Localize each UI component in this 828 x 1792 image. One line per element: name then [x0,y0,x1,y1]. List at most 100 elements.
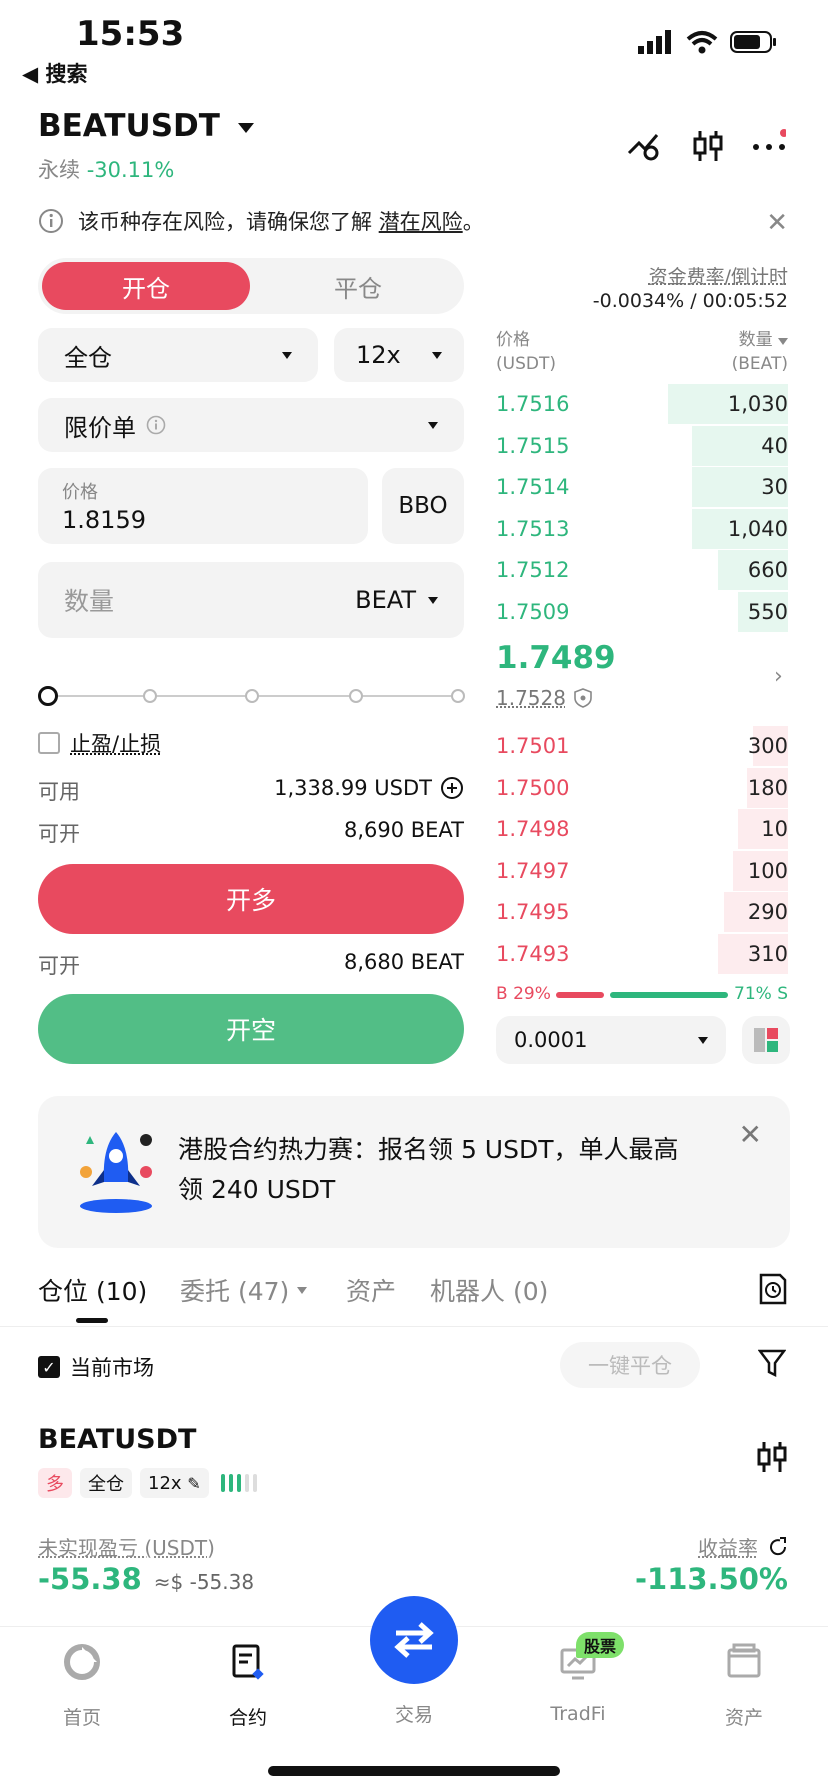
leverage-tag[interactable]: 12x ✎ [140,1468,209,1498]
buy-sell-ratio-bar [556,992,728,998]
orderbook-row[interactable]: 1.7509 550 [496,591,788,632]
precision-select[interactable]: 0.0001 [496,1016,726,1064]
orderbook-layout-icon[interactable] [742,1016,790,1064]
orderbook-price: 1.7515 [496,433,570,458]
orderbook-row[interactable]: 1.7513 1,040 [496,508,788,549]
trade-button[interactable] [370,1596,458,1684]
slider-step[interactable] [451,689,465,703]
sell-ratio: 71% S [734,984,788,1004]
orderbook-row[interactable]: 1.7501 300 [496,726,788,766]
unrealized-pnl-value: -55.38 [38,1562,142,1596]
current-market-checkbox[interactable]: ✓ 当前市场 [38,1352,154,1382]
add-funds-icon[interactable] [440,776,464,800]
tpsl-checkbox[interactable]: 止盈/止损 [38,728,161,758]
leverage-tag-label: 12x [148,1472,182,1494]
precision-value: 0.0001 [514,1028,588,1052]
orderbook-row[interactable]: 1.7495 290 [496,892,788,932]
status-time: 15:53 [76,14,185,54]
orderbook-row[interactable]: 1.7493 310 [496,933,788,974]
unrealized-pnl-row: -55.38 ≈$ -55.38 [38,1562,254,1596]
more-icon[interactable] [750,128,786,164]
adl-indicator [220,1474,257,1492]
tab-orders[interactable]: 委托 (47) [180,1272,308,1308]
orderbook-price: 1.7512 [496,558,570,582]
quantity-unit-select[interactable]: BEAT [355,586,438,614]
orderbook-price: 1.7509 [496,599,570,624]
tab-orders-label: 委托 (47) [180,1277,290,1306]
nav-assets[interactable]: 资产 [684,1640,804,1730]
margin-mode-select[interactable]: 全仓 [38,328,318,382]
nav-contract[interactable]: 合约 [188,1640,308,1730]
leverage-select[interactable]: 12x [334,328,464,382]
close-icon[interactable]: ✕ [766,208,788,238]
chevron-down-icon [237,122,254,133]
quantity-input[interactable]: 数量 BEAT [38,562,464,638]
orderbook-price: 1.7513 [496,516,570,541]
candlestick-chart-icon[interactable] [690,128,726,164]
symbol-subtitle: 永续 -30.11% [38,154,174,184]
bbo-button[interactable]: BBO [382,468,464,544]
can-open-long: 8,690 BEAT [343,818,464,842]
promo-banner[interactable]: 港股合约热力赛：报名领 5 USDT，单人最高领 240 USDT ✕ [38,1096,790,1248]
contract-icon [232,1644,264,1680]
order-type-select[interactable]: 限价单 [38,398,464,452]
qty-unit: (BEAT) [731,354,788,374]
orderbook-row[interactable]: 1.7500 180 [496,767,788,808]
slider-step[interactable] [349,689,363,703]
quantity-placeholder: 数量 [64,587,115,616]
side-tag: 多 [38,1468,72,1498]
wallet-icon [727,1643,761,1678]
funding-rate-label[interactable]: 资金费率/倒计时 [649,262,788,289]
nav-trade-label[interactable]: 交易 [354,1700,474,1727]
slider-step[interactable] [143,689,157,703]
close-all-button[interactable]: 一键平仓 [560,1342,700,1388]
roe-value: -113.50% [634,1562,788,1596]
orderbook-price: 1.7501 [496,734,570,758]
chevron-down-icon [432,351,442,359]
chevron-down-icon [428,421,438,429]
tab-open[interactable]: 开仓 [42,262,250,310]
close-icon[interactable]: ✕ [739,1118,762,1151]
nav-home[interactable]: 首页 [22,1640,142,1730]
orderbook-row[interactable]: 1.7515 40 [496,425,788,466]
signal-icon [638,30,671,54]
orderbook-row[interactable]: 1.7514 30 [496,467,788,507]
page: 15:53 ◀ 搜索 BEATUSDT 永续 -30.11% 该币种存在风险，请… [0,0,828,1792]
slider-step[interactable] [245,689,259,703]
orderbook-row[interactable]: 1.7516 1,030 [496,384,788,424]
symbol-selector[interactable]: BEATUSDT [38,108,254,144]
open-short-button[interactable]: 开空 [38,994,464,1064]
can-open-label: 可开 [38,954,80,978]
back-to-search-link[interactable]: ◀ 搜索 [22,58,87,88]
buy-ratio: B 29% [496,984,551,1004]
tab-positions[interactable]: 仓位 (10) [38,1272,147,1308]
quantity-unit: BEAT [355,586,416,614]
tab-bots[interactable]: 机器人 (0) [430,1272,548,1308]
open-long-button[interactable]: 开多 [38,864,464,934]
orderbook-row[interactable]: 1.7498 10 [496,809,788,849]
divider [0,1326,828,1327]
orderbook-row[interactable]: 1.7512 660 [496,550,788,590]
unrealized-pnl-label[interactable]: 未实现盈亏 (USDT) [38,1532,215,1561]
orderbook-qty-header[interactable]: 数量 (BEAT) [732,328,788,376]
roe-label[interactable]: 收益率 [698,1532,758,1561]
history-icon[interactable] [758,1272,788,1310]
orderbook-price: 1.7493 [496,941,570,966]
current-market-label: 当前市场 [70,1356,154,1380]
chevron-right-icon[interactable]: › [774,664,783,689]
price-input[interactable]: 价格 1.8159 [38,468,368,544]
risk-link[interactable]: 潜在风险 [379,210,463,234]
slider-handle[interactable] [38,686,58,706]
orderbook-row[interactable]: 1.7497 100 [496,850,788,891]
can-open-short: 8,680 BEAT [343,950,464,974]
share-icon[interactable] [768,1536,788,1557]
order-type-value: 限价单 [64,413,136,442]
price-change: -30.11% [86,158,175,182]
tab-assets[interactable]: 资产 [346,1272,396,1308]
price-alert-icon[interactable] [626,128,662,164]
filter-icon[interactable] [757,1348,787,1382]
tab-close[interactable]: 平仓 [258,262,458,310]
candlestick-chart-icon[interactable] [756,1440,788,1478]
orderbook-qty: 300 [747,734,788,758]
orderbook-qty: 660 [747,558,788,582]
